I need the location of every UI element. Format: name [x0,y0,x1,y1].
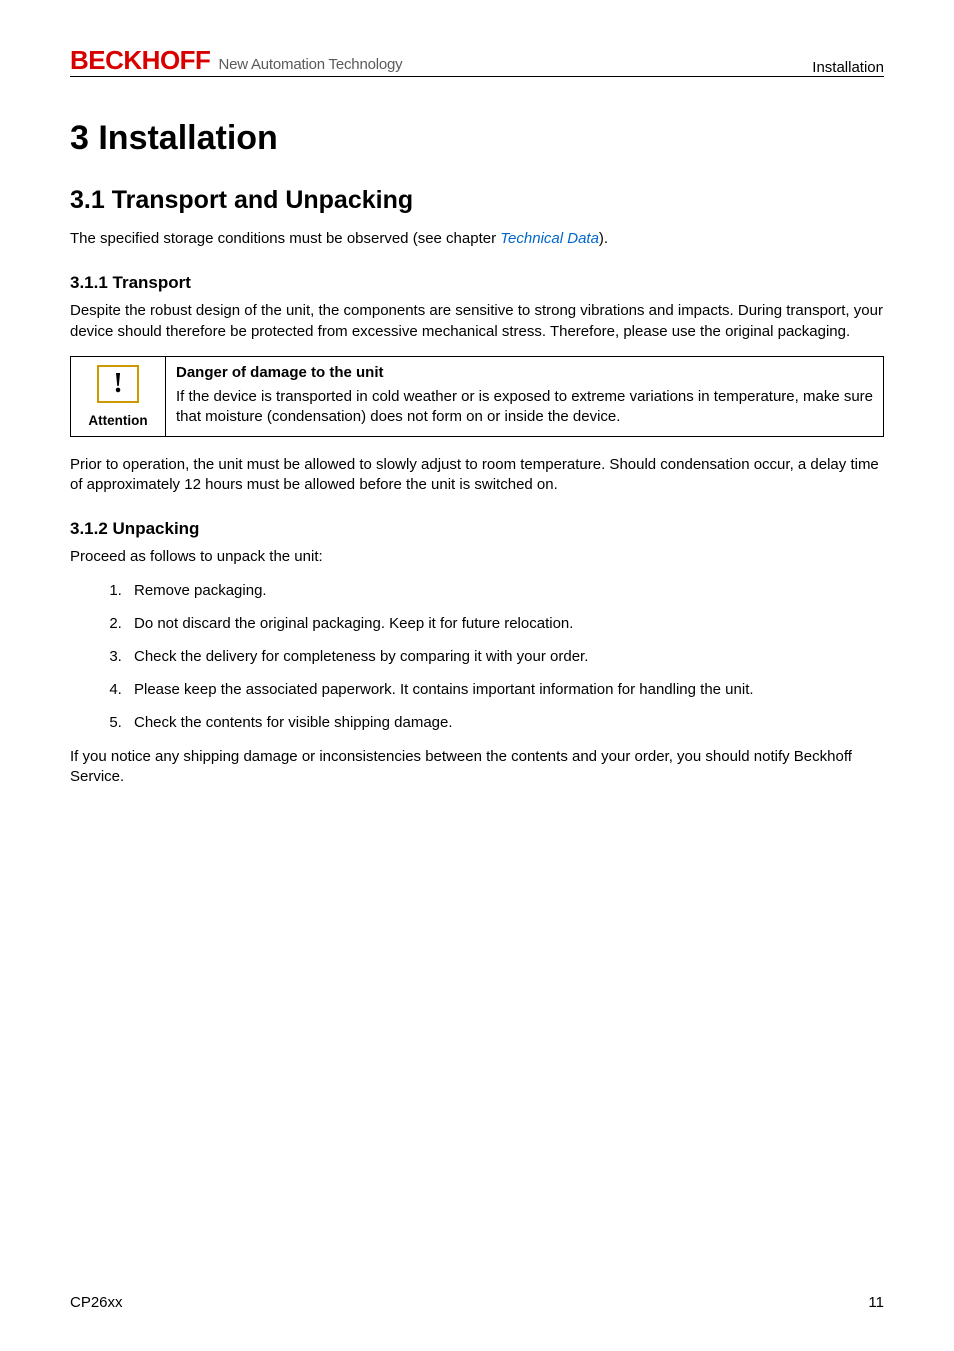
section-3-1-1-para: Despite the robust design of the unit, t… [70,301,884,342]
list-item: Check the delivery for completeness by c… [126,648,884,665]
unpacking-steps-list: Remove packaging. Do not discard the ori… [126,582,884,731]
attention-box: ! Attention Danger of damage to the unit… [70,356,884,437]
intro-prefix: The specified storage conditions must be… [70,230,500,247]
page-footer: CP26xx 11 [70,1294,884,1311]
technical-data-link[interactable]: Technical Data [500,230,599,247]
intro-suffix: ). [599,230,608,247]
attention-icon: ! [97,365,139,403]
section-3-1-1-title: 3.1.1 Transport [70,273,884,293]
attention-title: Danger of damage to the unit [176,363,873,383]
attention-body: If the device is transported in cold wea… [176,387,873,428]
footer-page-number: 11 [868,1294,884,1311]
exclamation-icon: ! [113,370,122,398]
list-item: Do not discard the original packaging. K… [126,615,884,632]
section-3-1-title: 3.1 Transport and Unpacking [70,186,884,215]
attention-label: Attention [88,413,147,428]
section-3-1-2-closing: If you notice any shipping damage or inc… [70,747,884,788]
footer-doc-code: CP26xx [70,1294,123,1311]
section-3-1-intro: The specified storage conditions must be… [70,229,884,249]
after-attention-para: Prior to operation, the unit must be all… [70,455,884,496]
list-item: Please keep the associated paperwork. It… [126,681,884,698]
list-item: Remove packaging. [126,582,884,599]
section-3-1-2-intro: Proceed as follows to unpack the unit: [70,547,884,567]
header-section-label: Installation [812,59,884,76]
section-3-1-2-title: 3.1.2 Unpacking [70,519,884,539]
attention-left-cell: ! Attention [71,357,166,436]
brand-logo-text: BECKHOFF [70,45,210,76]
chapter-title: 3 Installation [70,119,884,158]
page-header: BECKHOFF New Automation Technology Insta… [70,45,884,77]
attention-right-cell: Danger of damage to the unit If the devi… [166,357,883,436]
list-item: Check the contents for visible shipping … [126,714,884,731]
brand-logo-block: BECKHOFF New Automation Technology [70,45,402,76]
brand-tagline: New Automation Technology [218,56,402,73]
